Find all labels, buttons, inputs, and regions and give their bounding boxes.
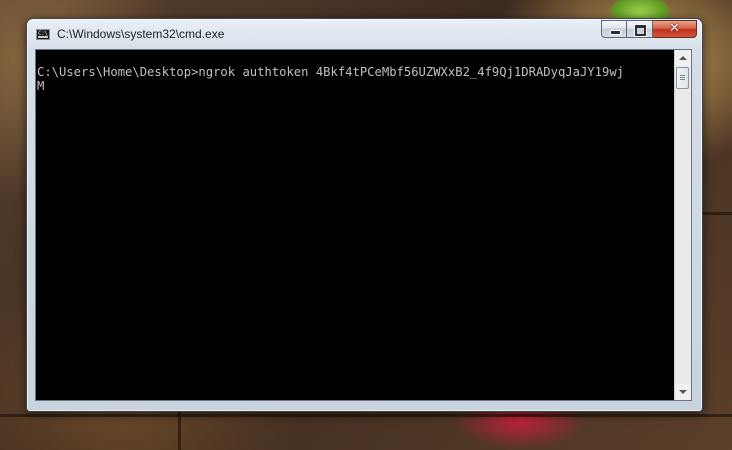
- cmd-window: C:\ C:\Windows\system32\cmd.exe ✕ C:\Use…: [26, 18, 703, 412]
- minimize-button[interactable]: [601, 20, 627, 38]
- wallpaper-tile-line: [0, 414, 732, 417]
- maximize-icon: [627, 21, 652, 37]
- title-bar[interactable]: C:\ C:\Windows\system32\cmd.exe ✕: [27, 19, 702, 47]
- close-button[interactable]: ✕: [653, 20, 697, 38]
- scroll-thumb[interactable]: [676, 67, 689, 89]
- console-area[interactable]: C:\Users\Home\Desktop>ngrok authtoken 4B…: [35, 49, 692, 401]
- console-line: C:\Users\Home\Desktop>ngrok authtoken 4B…: [37, 65, 624, 79]
- caption-buttons: ✕: [601, 20, 697, 39]
- wallpaper-tile-line: [702, 212, 732, 215]
- window-title: C:\Windows\system32\cmd.exe: [57, 27, 225, 41]
- console-line: M: [37, 79, 45, 93]
- maximize-button[interactable]: [627, 20, 653, 38]
- scroll-up-arrow-icon: [679, 56, 687, 60]
- scroll-down-arrow-icon: [679, 390, 687, 394]
- scroll-down-button[interactable]: [675, 384, 691, 400]
- scroll-up-button[interactable]: [675, 50, 691, 66]
- minimize-icon: [602, 21, 626, 37]
- close-icon: ✕: [669, 21, 680, 36]
- console-output[interactable]: C:\Users\Home\Desktop>ngrok authtoken 4B…: [37, 65, 677, 93]
- wallpaper-tile-line: [178, 410, 181, 450]
- vertical-scrollbar[interactable]: [674, 50, 691, 400]
- command-prompt-icon[interactable]: C:\: [36, 29, 50, 40]
